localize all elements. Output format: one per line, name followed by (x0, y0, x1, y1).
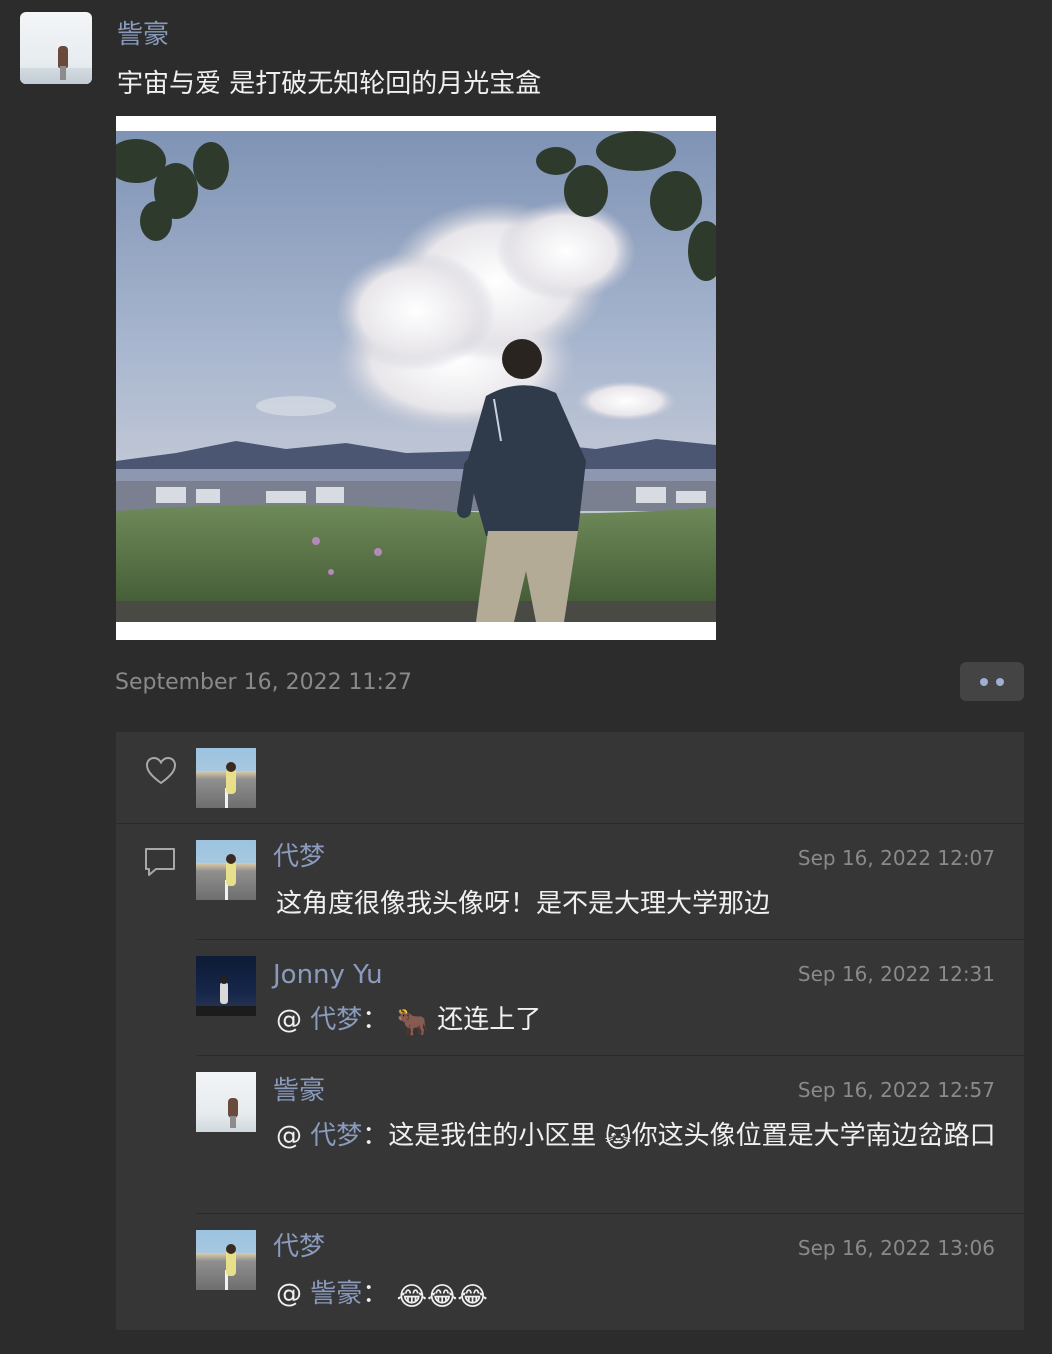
comment-timestamp: Sep 16, 2022 13:06 (797, 1236, 995, 1260)
post-text: 宇宙与爱 是打破无知轮回的月光宝盒 (117, 69, 542, 99)
comment-author-avatar[interactable] (196, 1230, 256, 1290)
comment-item: 訾豪 Sep 16, 2022 12:57 @ 代梦：这是我住的小区里 🐱你这头… (196, 1056, 1024, 1213)
interaction-panel: 代梦 Sep 16, 2022 12:07 这角度很像我头像呀！是不是大理大学那… (116, 732, 1024, 1330)
comment-author-name[interactable]: 代梦 (273, 1230, 325, 1264)
mention-link[interactable]: 訾豪 (310, 1279, 362, 1309)
comment-author-avatar[interactable] (196, 840, 256, 900)
comment-item: 代梦 Sep 16, 2022 13:06 @ 訾豪： 😂😂😂 (196, 1214, 1024, 1330)
cat-emoji: 🐱 (604, 1124, 632, 1154)
comment-item: Jonny Yu Sep 16, 2022 12:31 @ 代梦： 🐂 还连上了 (196, 940, 1024, 1055)
comment-author-name[interactable]: Jonny Yu (273, 958, 383, 992)
at-symbol: @ (276, 1121, 302, 1151)
heart-icon (145, 756, 177, 785)
ox-emoji: 🐂 (396, 1008, 429, 1038)
likes-row (116, 732, 1024, 824)
more-dot-icon (980, 677, 988, 686)
comment-text: @ 訾豪： 😂😂😂 (276, 1272, 1006, 1316)
comment-timestamp: Sep 16, 2022 12:57 (797, 1078, 995, 1102)
mention-link[interactable]: 代梦 (310, 1005, 362, 1035)
comment-author-name[interactable]: 訾豪 (273, 1074, 325, 1108)
liker-avatar[interactable] (196, 748, 256, 808)
comment-body-part2: 你这头像位置是大学南边岔路口 (631, 1121, 996, 1151)
more-dot-icon (996, 677, 1004, 686)
mention-separator: ： (362, 1121, 389, 1151)
post-photo-image (116, 131, 716, 622)
comment-body-part1: 这是我住的小区里 (388, 1121, 605, 1151)
comment-text: @ 代梦：这是我住的小区里 🐱你这头像位置是大学南边岔路口 (276, 1114, 1006, 1158)
at-symbol: @ (276, 1279, 302, 1309)
post-author-avatar[interactable] (20, 12, 92, 84)
comment-author-avatar[interactable] (196, 956, 256, 1016)
post-photo[interactable] (116, 116, 716, 640)
laughing-emoji: 😂😂😂 (396, 1282, 488, 1312)
comment-body: 还连上了 (428, 1005, 542, 1035)
comment-item: 代梦 Sep 16, 2022 12:07 这角度很像我头像呀！是不是大理大学那… (196, 824, 1024, 939)
mention-separator: ： (362, 1005, 389, 1035)
mention-link[interactable]: 代梦 (310, 1121, 362, 1151)
more-options-button[interactable] (960, 662, 1024, 701)
comment-author-name[interactable]: 代梦 (273, 840, 325, 874)
post-author-name[interactable]: 訾豪 (117, 18, 169, 52)
comment-text: 这角度很像我头像呀！是不是大理大学那边 (276, 889, 771, 919)
comment-text: @ 代梦： 🐂 还连上了 (276, 998, 1006, 1042)
comment-icon (145, 848, 175, 876)
comment-author-avatar[interactable] (196, 1072, 256, 1132)
mention-separator: ： (362, 1279, 389, 1309)
comment-timestamp: Sep 16, 2022 12:31 (797, 962, 995, 986)
comment-timestamp: Sep 16, 2022 12:07 (797, 846, 995, 870)
post-timestamp: September 16, 2022 11:27 (115, 670, 412, 695)
at-symbol: @ (276, 1005, 302, 1035)
